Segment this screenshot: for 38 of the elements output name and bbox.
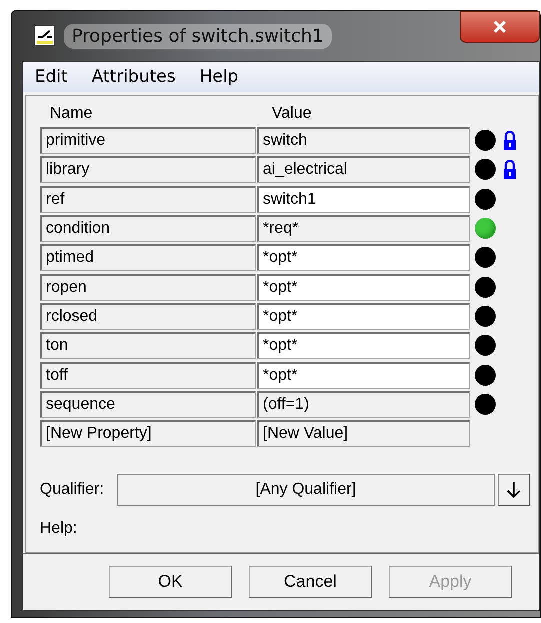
qualifier-dropdown[interactable]: [Any Qualifier] bbox=[117, 474, 495, 506]
name-cell: ropen bbox=[40, 274, 256, 301]
value-cell[interactable]: *opt* bbox=[257, 362, 470, 389]
value-cell[interactable]: *opt* bbox=[257, 244, 470, 272]
name-cell: sequence bbox=[40, 390, 256, 418]
down-arrow-icon bbox=[506, 481, 522, 500]
name-cell: ton bbox=[40, 332, 256, 360]
window-title: Properties of switch.switch1 bbox=[64, 24, 332, 48]
value-cell[interactable]: (off=1) bbox=[257, 390, 470, 418]
column-header: Name bbox=[49, 105, 94, 123]
help-label: Help: bbox=[40, 520, 78, 538]
name-cell: ref bbox=[40, 186, 256, 213]
value-cell[interactable]: switch1 bbox=[257, 186, 470, 213]
dropdown-button[interactable] bbox=[498, 474, 530, 506]
name-cell: [New Property] bbox=[40, 420, 256, 448]
menu-item[interactable]: Attributes bbox=[92, 67, 176, 87]
dialog-button[interactable]: OK bbox=[109, 566, 232, 598]
name-cell: rclosed bbox=[40, 302, 256, 330]
name-cell: toff bbox=[40, 362, 256, 389]
name-cell: primitive bbox=[40, 127, 256, 154]
column-header: Value bbox=[271, 105, 312, 123]
value-cell[interactable]: *opt* bbox=[257, 274, 470, 301]
value-cell[interactable]: *opt* bbox=[257, 332, 470, 360]
qualifier-label: Qualifier: bbox=[40, 481, 106, 500]
switch-icon bbox=[34, 25, 56, 47]
close-button[interactable] bbox=[460, 11, 540, 43]
value-cell[interactable]: switch bbox=[257, 127, 470, 154]
name-cell: ptimed bbox=[40, 244, 256, 272]
name-cell: condition bbox=[40, 215, 256, 242]
value-cell[interactable]: *req* bbox=[257, 215, 470, 242]
value-cell[interactable]: [New Value] bbox=[257, 420, 470, 448]
value-cell[interactable]: ai_electrical bbox=[257, 156, 470, 184]
menu-item[interactable]: Help bbox=[200, 67, 239, 87]
dialog-button[interactable]: Cancel bbox=[249, 566, 372, 598]
close-icon bbox=[493, 21, 507, 33]
name-cell: library bbox=[40, 156, 256, 184]
menu-item[interactable]: Edit bbox=[35, 67, 68, 87]
value-cell[interactable]: *opt* bbox=[257, 302, 470, 330]
